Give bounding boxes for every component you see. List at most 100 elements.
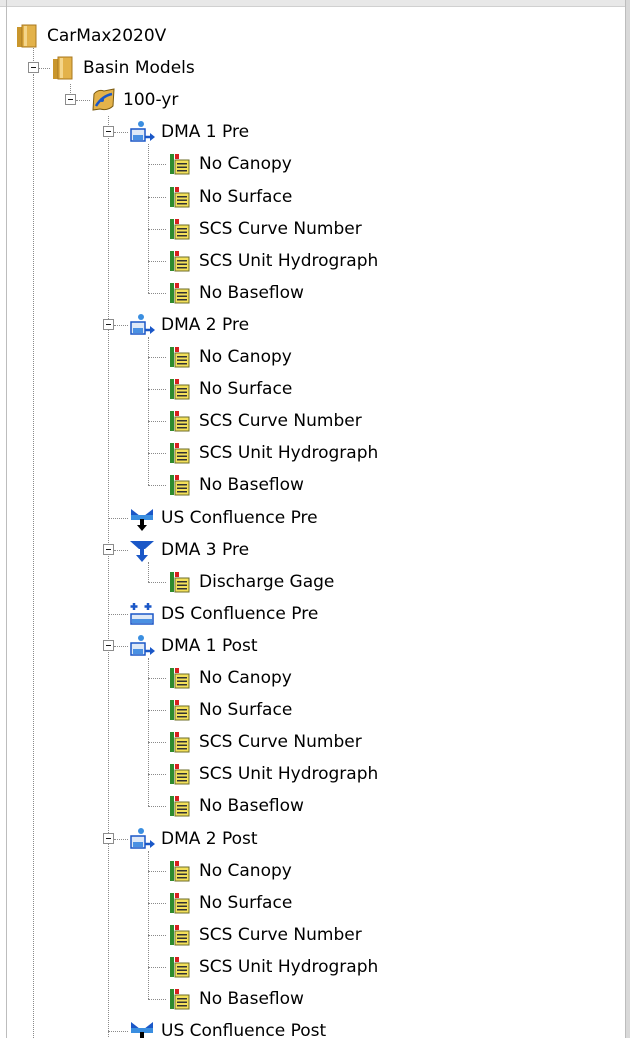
confluence-icon [128, 600, 156, 628]
subbasin-icon [128, 311, 156, 339]
node-label: DMA 2 Post [161, 828, 258, 849]
node-label: No Surface [199, 700, 293, 721]
tree-node-method-scs-curve-number[interactable]: SCS Curve Number [0, 919, 630, 951]
method-icon [166, 953, 194, 981]
folder-icon [14, 22, 42, 50]
method-icon [166, 439, 194, 467]
node-label: No Baseflow [199, 475, 304, 496]
collapse-toggle-icon[interactable] [28, 62, 39, 74]
method-icon [166, 247, 194, 275]
panel-top-border [0, 0, 630, 7]
method-icon [166, 150, 194, 178]
node-label: No Surface [199, 892, 293, 913]
node-label: No Canopy [199, 860, 292, 881]
method-icon [166, 375, 194, 403]
node-label: DMA 2 Pre [161, 314, 250, 335]
method-icon [166, 215, 194, 243]
tree-node-dma-1-post[interactable]: DMA 1 Post [0, 630, 630, 662]
tree-node-method-scs-curve-number[interactable]: SCS Curve Number [0, 726, 630, 758]
method-icon [166, 760, 194, 788]
tree-node-100-yr[interactable]: 100-yr [0, 84, 630, 116]
node-label: SCS Curve Number [199, 411, 362, 432]
collapse-toggle-icon[interactable] [65, 94, 76, 106]
node-label: SCS Curve Number [199, 218, 362, 239]
method-icon [166, 857, 194, 885]
folder-icon [50, 54, 78, 82]
tree-node-dma-2-pre[interactable]: DMA 2 Pre [0, 309, 630, 341]
tree-node-root[interactable]: CarMax2020V [0, 20, 630, 52]
node-label: Discharge Gage [199, 571, 335, 592]
method-icon [166, 921, 194, 949]
collapse-toggle-icon[interactable] [103, 126, 114, 138]
tree-node-method-scs-unit-hydrograph[interactable]: SCS Unit Hydrograph [0, 951, 630, 983]
tree-node-method-no-canopy[interactable]: No Canopy [0, 662, 630, 694]
tree-node-method-scs-curve-number[interactable]: SCS Curve Number [0, 405, 630, 437]
tree-node-method-discharge-gage[interactable]: Discharge Gage [0, 566, 630, 598]
method-icon [166, 792, 194, 820]
basin-model-icon [90, 86, 118, 114]
method-icon [166, 728, 194, 756]
junction-icon [128, 504, 156, 532]
tree-node-us-confluence-post[interactable]: US Confluence Post [0, 1015, 630, 1038]
tree-node-basin-models[interactable]: Basin Models [0, 52, 630, 84]
node-label: 100-yr [123, 90, 179, 111]
collapse-toggle-icon[interactable] [103, 832, 114, 844]
tree-node-method-no-baseflow[interactable]: No Baseflow [0, 983, 630, 1015]
collapse-toggle-icon[interactable] [103, 639, 114, 651]
node-label: No Surface [199, 379, 293, 400]
node-label: Basin Models [83, 58, 195, 79]
tree-node-method-scs-curve-number[interactable]: SCS Curve Number [0, 213, 630, 245]
node-label: DMA 1 Post [161, 635, 258, 656]
tree-node-dma-3-pre[interactable]: DMA 3 Pre [0, 534, 630, 566]
tree-node-method-no-canopy[interactable]: No Canopy [0, 855, 630, 887]
reach-icon [128, 536, 156, 564]
junction-icon [128, 1017, 156, 1038]
node-label: SCS Unit Hydrograph [199, 443, 379, 464]
tree-node-method-scs-unit-hydrograph[interactable]: SCS Unit Hydrograph [0, 437, 630, 469]
node-label: No Canopy [199, 154, 292, 175]
tree-node-method-scs-unit-hydrograph[interactable]: SCS Unit Hydrograph [0, 758, 630, 790]
node-label: No Surface [199, 186, 293, 207]
node-label: No Baseflow [199, 989, 304, 1009]
tree-node-method-no-surface[interactable]: No Surface [0, 887, 630, 919]
node-label: SCS Unit Hydrograph [199, 250, 379, 271]
node-label: SCS Unit Hydrograph [199, 956, 379, 977]
tree-node-method-no-canopy[interactable]: No Canopy [0, 341, 630, 373]
tree-node-dma-1-pre[interactable]: DMA 1 Pre [0, 116, 630, 148]
tree-node-method-no-canopy[interactable]: No Canopy [0, 148, 630, 180]
method-icon [166, 343, 194, 371]
collapse-toggle-icon[interactable] [103, 318, 114, 330]
node-label: No Baseflow [199, 282, 304, 303]
tree-node-dma-2-post[interactable]: DMA 2 Post [0, 823, 630, 855]
tree-node-method-no-baseflow[interactable]: No Baseflow [0, 469, 630, 501]
method-icon [166, 471, 194, 499]
method-icon [166, 985, 194, 1013]
node-label: No Baseflow [199, 796, 304, 817]
tree-node-method-no-baseflow[interactable]: No Baseflow [0, 790, 630, 822]
method-icon [166, 407, 194, 435]
node-label: US Confluence Post [161, 1021, 327, 1038]
node-label: CarMax2020V [47, 26, 167, 46]
method-icon [166, 664, 194, 692]
method-icon [166, 696, 194, 724]
node-label: US Confluence Pre [161, 507, 318, 528]
tree-node-method-no-surface[interactable]: No Surface [0, 694, 630, 726]
subbasin-icon [128, 118, 156, 146]
node-label: SCS Unit Hydrograph [199, 764, 379, 785]
tree-node-method-no-surface[interactable]: No Surface [0, 373, 630, 405]
node-label: DMA 3 Pre [161, 539, 250, 560]
tree-node-ds-confluence-pre[interactable]: DS Confluence Pre [0, 598, 630, 630]
node-label: SCS Curve Number [199, 924, 362, 945]
tree-node-us-confluence-pre[interactable]: US Confluence Pre [0, 502, 630, 534]
node-label: DMA 1 Pre [161, 122, 250, 143]
node-label: DS Confluence Pre [161, 603, 319, 624]
tree-node-method-no-baseflow[interactable]: No Baseflow [0, 277, 630, 309]
subbasin-icon [128, 632, 156, 660]
node-label: No Canopy [199, 347, 292, 367]
method-icon [166, 183, 194, 211]
basin-model-tree: CarMax2020V Basin Models 100-yr DMA 1 Pre No… [0, 0, 630, 1038]
collapse-toggle-icon[interactable] [103, 543, 114, 555]
tree-node-method-no-surface[interactable]: No Surface [0, 181, 630, 213]
method-icon [166, 889, 194, 917]
tree-node-method-scs-unit-hydrograph[interactable]: SCS Unit Hydrograph [0, 245, 630, 277]
